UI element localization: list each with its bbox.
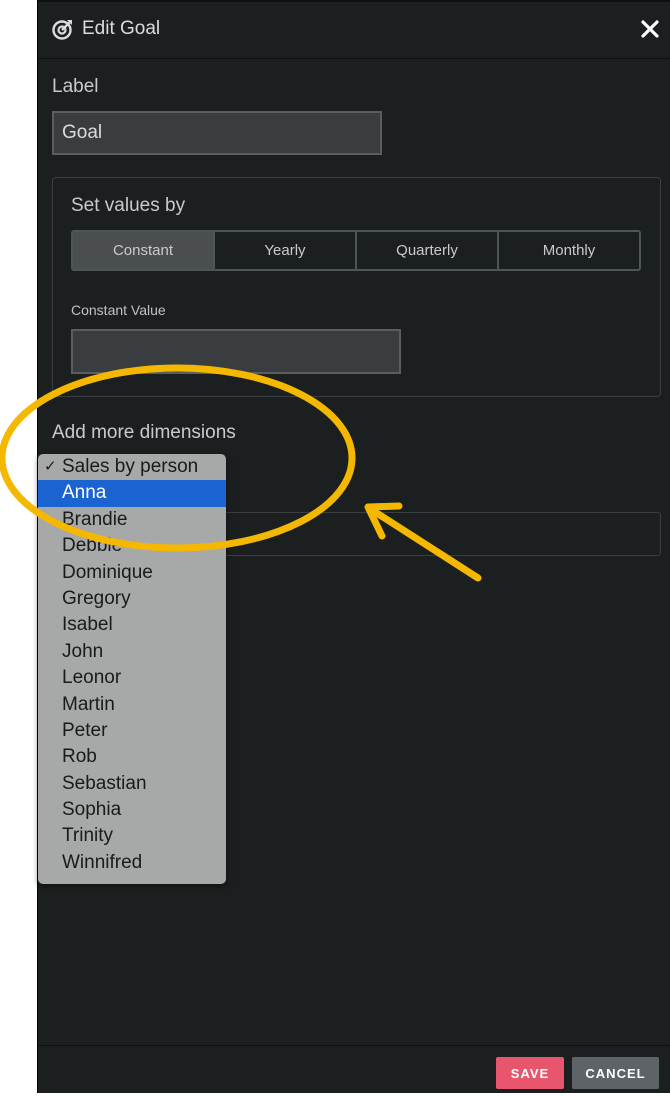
constant-value-label: Constant Value (71, 302, 166, 318)
cancel-button[interactable]: CANCEL (572, 1057, 659, 1089)
dropdown-item-sebastian[interactable]: Sebastian (38, 771, 226, 797)
dropdown-item-leonor[interactable]: Leonor (38, 665, 226, 691)
set-values-heading: Set values by (71, 195, 186, 216)
label-heading: Label (52, 76, 99, 97)
seg-monthly[interactable]: Monthly (499, 232, 639, 269)
save-button[interactable]: SAVE (496, 1057, 564, 1089)
dropdown-item-martin[interactable]: Martin (38, 692, 226, 718)
dropdown-item-gregory[interactable]: Gregory (38, 586, 226, 612)
dropdown-item-peter[interactable]: Peter (38, 718, 226, 744)
dropdown-item-dominique[interactable]: Dominique (38, 560, 226, 586)
close-icon[interactable] (639, 18, 661, 40)
dialog-header: Edit Goal (38, 2, 670, 59)
dropdown-item-john[interactable]: John (38, 639, 226, 665)
dropdown-item-winnifred[interactable]: Winnifred (38, 850, 226, 876)
seg-yearly[interactable]: Yearly (215, 232, 357, 269)
dimension-dropdown-menu: ✓ Sales by person Anna Brandie Debbie Do… (38, 454, 226, 884)
goal-target-icon (52, 20, 72, 40)
dropdown-item-brandie[interactable]: Brandie (38, 507, 226, 533)
label-input[interactable] (52, 111, 382, 155)
dialog-title: Edit Goal (82, 18, 161, 39)
dropdown-item-selected[interactable]: ✓ Sales by person (38, 454, 226, 480)
seg-quarterly[interactable]: Quarterly (357, 232, 499, 269)
dialog-footer: SAVE CANCEL (38, 1045, 670, 1096)
dropdown-item-sophia[interactable]: Sophia (38, 797, 226, 823)
dimensions-heading: Add more dimensions (52, 422, 236, 443)
set-values-box: Set values by Constant Yearly Quarterly … (52, 177, 661, 397)
set-values-segmented-control: Constant Yearly Quarterly Monthly (71, 230, 641, 271)
dropdown-item-anna[interactable]: Anna (38, 480, 226, 507)
dropdown-item-trinity[interactable]: Trinity (38, 823, 226, 849)
seg-constant[interactable]: Constant (73, 232, 215, 269)
checkmark-icon: ✓ (44, 458, 57, 475)
dropdown-item-rob[interactable]: Rob (38, 744, 226, 770)
dropdown-item-isabel[interactable]: Isabel (38, 612, 226, 638)
dropdown-item-debbie[interactable]: Debbie (38, 533, 226, 559)
constant-value-input[interactable] (71, 329, 401, 374)
